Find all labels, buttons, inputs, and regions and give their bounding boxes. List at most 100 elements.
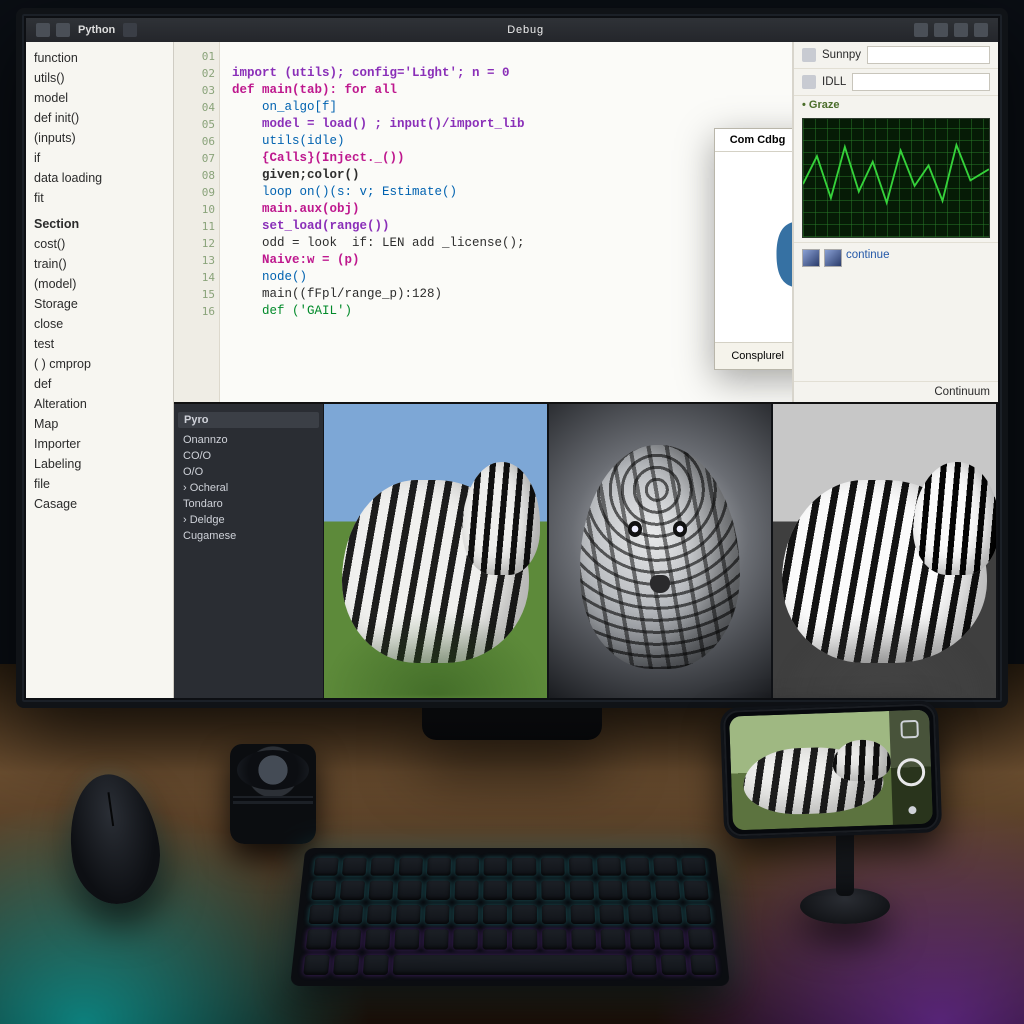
code-line: main.aux(obj) — [232, 202, 360, 216]
code-line: def main(tab): for all — [232, 83, 397, 97]
split-icon[interactable] — [954, 23, 968, 37]
sidebar-item[interactable]: utils() — [32, 68, 167, 88]
code-line: import (utils); config='Light'; n = 0 — [232, 66, 510, 80]
sidebar-item[interactable]: def — [32, 374, 167, 394]
signal-scope[interactable] — [802, 118, 990, 238]
sidebar-item[interactable]: ( ) cmprop — [32, 354, 167, 374]
sidebar-item[interactable]: cost() — [32, 234, 167, 254]
sidebar-item[interactable]: model — [32, 88, 167, 108]
line-number: 14 — [178, 269, 215, 286]
sidebar-item[interactable]: (inputs) — [32, 128, 167, 148]
camera-controls — [889, 710, 933, 825]
window-title: Debug — [145, 24, 906, 36]
phone-on-stand — [704, 634, 964, 924]
line-number: 11 — [178, 218, 215, 235]
screen: Python Debug function utils() model def … — [26, 18, 998, 698]
phone-viewfinder — [729, 710, 933, 831]
menu-icon[interactable] — [36, 23, 50, 37]
dialog-tabs: Com Cdbg Conner Crumet — [715, 129, 793, 152]
line-number: 04 — [178, 99, 215, 116]
sidebar-item[interactable]: if — [32, 148, 167, 168]
thumbnail-icon[interactable] — [824, 249, 842, 267]
toolbar-item[interactable]: CO/O — [180, 448, 317, 464]
workspace: function utils() model def init() (input… — [26, 42, 998, 698]
toolbar-item[interactable]: › Ocheral — [180, 480, 317, 496]
box-icon[interactable] — [802, 75, 816, 89]
toolbar-header: Pyro — [178, 412, 319, 428]
sidebar-item[interactable]: Importer — [32, 434, 167, 454]
line-number: 05 — [178, 116, 215, 133]
code-line: node() — [232, 270, 307, 284]
sidebar-item[interactable]: (model) — [32, 274, 167, 294]
sidebar-item[interactable]: data loading — [32, 168, 167, 188]
code-line: on_algo[f] — [232, 100, 337, 114]
asset-filename[interactable]: continue — [846, 249, 889, 267]
dialog-tab[interactable]: Com Cdbg — [715, 129, 793, 151]
layout-icon[interactable] — [56, 23, 70, 37]
viewer-toolbar: Pyro Onannzo CO/O O/O › Ocheral Tondaro … — [174, 404, 324, 698]
sidebar-item[interactable]: Alteration — [32, 394, 167, 414]
code-line: Naive:w = (p) — [232, 253, 360, 267]
code-line: loop on()(s: v; Estimate() — [232, 185, 457, 199]
box-icon[interactable] — [802, 48, 816, 62]
code-line: {Calls}(Inject._()) — [232, 151, 405, 165]
mode-dot-icon[interactable] — [908, 806, 916, 814]
dialog-button[interactable]: Consplurel — [715, 343, 793, 369]
line-number: 13 — [178, 252, 215, 269]
code-editor[interactable]: 01 02 03 04 05 06 07 08 09 10 11 12 13 1… — [174, 42, 793, 402]
sidebar-item[interactable]: train() — [32, 254, 167, 274]
outline-sidebar[interactable]: function utils() model def init() (input… — [26, 42, 174, 698]
toolbar-item[interactable]: Tondaro — [180, 496, 317, 512]
line-gutter: 01 02 03 04 05 06 07 08 09 10 11 12 13 1… — [174, 42, 220, 402]
line-number: 09 — [178, 184, 215, 201]
monitor-frame: Python Debug function utils() model def … — [16, 8, 1008, 708]
titlebar: Python Debug — [26, 18, 998, 42]
thumbnail-row: continue — [794, 242, 998, 273]
inspector-input[interactable] — [867, 46, 990, 64]
line-number: 03 — [178, 82, 215, 99]
line-number: 06 — [178, 133, 215, 150]
toolbar-item[interactable]: Onannzo — [180, 432, 317, 448]
toolbar-item[interactable]: › Deldge — [180, 512, 317, 528]
sidebar-item[interactable]: Labeling — [32, 454, 167, 474]
code-line: odd = look if: LEN add _license(); — [232, 236, 525, 250]
code-line: set_load(range()) — [232, 219, 390, 233]
panel-toggle-icon[interactable] — [914, 23, 928, 37]
toolbar-item[interactable]: Cugamese — [180, 528, 317, 544]
sidebar-item[interactable]: close — [32, 314, 167, 334]
sidebar-item[interactable]: Storage — [32, 294, 167, 314]
inspector-row: Sunnpy — [794, 42, 998, 69]
footer-label: Continuum — [934, 386, 990, 398]
python-dialog[interactable]: Com Cdbg Conner Crumet Consplurel Inchop… — [714, 128, 793, 370]
inspector-row: IDLL — [794, 69, 998, 96]
inspector-label: Sunnpy — [822, 49, 861, 61]
toolbar-item[interactable]: O/O — [180, 464, 317, 480]
line-number: 12 — [178, 235, 215, 252]
code-line: utils(idle) — [232, 134, 345, 148]
code-line: main((fFpl/range_p):128) — [232, 287, 442, 301]
image-panel-zebra-color[interactable] — [324, 404, 549, 698]
sidebar-item[interactable]: Map — [32, 414, 167, 434]
sidebar-item[interactable]: function — [32, 48, 167, 68]
sidebar-item[interactable]: test — [32, 334, 167, 354]
sidebar-item[interactable]: file — [32, 474, 167, 494]
line-number: 02 — [178, 65, 215, 82]
inspector-label: IDLL — [822, 76, 846, 88]
sidebar-item[interactable]: Casage — [32, 494, 167, 514]
sidebar-item[interactable]: def init() — [32, 108, 167, 128]
minimize-icon[interactable] — [974, 23, 988, 37]
settings-icon[interactable] — [934, 23, 948, 37]
sidebar-item[interactable]: Section — [32, 214, 167, 234]
sidebar-item[interactable]: fit — [32, 188, 167, 208]
smartphone[interactable] — [720, 700, 942, 840]
thumbnail-icon[interactable] — [802, 249, 820, 267]
scope-label: • Graze — [794, 96, 998, 114]
app-label: Python — [78, 24, 115, 36]
line-number: 15 — [178, 286, 215, 303]
shutter-button[interactable] — [897, 758, 926, 787]
code-body[interactable]: import (utils); config='Light'; n = 0 de… — [224, 42, 792, 343]
divider-icon — [123, 23, 137, 37]
inspector-input[interactable] — [852, 73, 990, 91]
line-number: 01 — [178, 48, 215, 65]
flash-icon[interactable] — [900, 720, 919, 739]
